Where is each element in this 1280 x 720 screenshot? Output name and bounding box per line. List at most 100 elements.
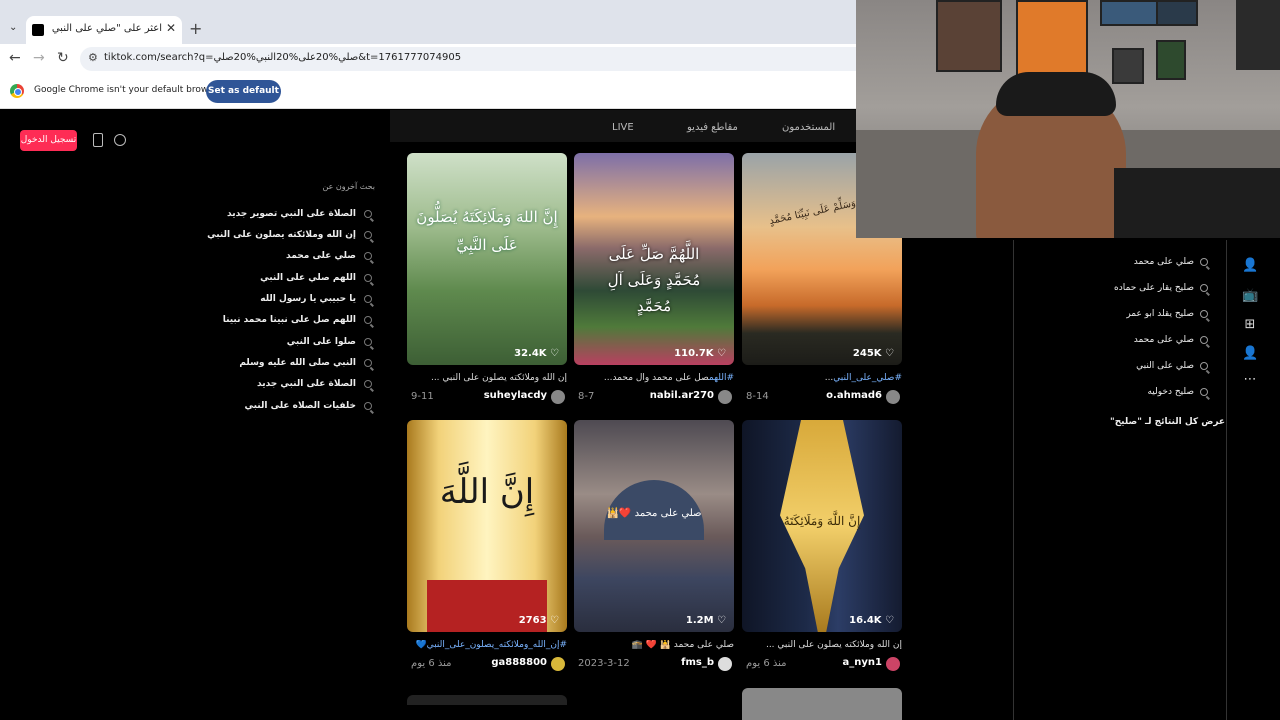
search-suggestion[interactable]: صليح يقار على حماده — [1014, 279, 1224, 299]
tab-close-icon[interactable]: ✕ — [166, 21, 176, 35]
compass-icon[interactable] — [114, 134, 126, 146]
follow-icon[interactable]: 👤 — [1242, 258, 1258, 274]
search-icon — [1200, 284, 1208, 292]
avatar[interactable] — [551, 657, 565, 671]
tab-live[interactable]: LIVE — [612, 122, 634, 133]
phone-icon[interactable] — [93, 133, 103, 147]
tab-title: اعثر على "صلي على النبي صلي" — [48, 23, 162, 34]
thumbnail-overlay-text: إِنَّ اللَّهَ وَمَلَائِكَتَهُ — [783, 514, 861, 528]
video-thumbnail[interactable]: إِنَّ اللَّهَ 2763 ♡ — [407, 420, 567, 632]
heart-icon: ♡ — [885, 615, 894, 626]
related-search-item[interactable]: إن الله وملائكته يصلون على النبي — [172, 227, 372, 245]
more-icon[interactable]: ⋯ — [1242, 372, 1258, 388]
video-date: 8-7 — [578, 391, 595, 402]
new-tab-button[interactable]: + — [189, 19, 202, 38]
heart-icon: ♡ — [550, 348, 559, 359]
address-url[interactable]: tiktok.com/search?q=صلي%20على%20النبي%20… — [104, 52, 461, 63]
related-search-item[interactable]: اللهم صل على نبينا محمد نبينا — [172, 312, 372, 330]
search-icon — [364, 338, 372, 346]
profile-icon[interactable]: 👤 — [1242, 346, 1258, 362]
divider — [1226, 240, 1227, 720]
browser-tab-active[interactable]: اعثر على "صلي على النبي صلي" ✕ — [26, 16, 182, 44]
webcam-overlay — [856, 0, 1280, 238]
search-suggestion[interactable]: صلي على محمد — [1014, 331, 1224, 351]
live-icon[interactable]: 📺 — [1242, 288, 1258, 304]
search-icon — [364, 252, 372, 260]
related-search-item[interactable]: النبي صلى الله عليه وسلم — [172, 355, 372, 373]
video-username[interactable]: a_nyn1 — [843, 657, 882, 668]
thumbnail-overlay-text: إِنَّ اللهَ وَمَلَائِكَتَهُ يُصَلُّونَ ع… — [416, 208, 558, 254]
forward-icon[interactable]: → — [33, 50, 45, 66]
video-thumbnail[interactable]: إِنَّ اللهَ وَمَلَائِكَتَهُ يُصَلُّونَ ع… — [407, 153, 567, 365]
video-date: 2023-3-12 — [578, 658, 630, 669]
search-icon — [364, 274, 372, 282]
avatar[interactable] — [886, 390, 900, 404]
search-icon — [364, 295, 372, 303]
video-username[interactable]: suheylacdy — [484, 390, 547, 401]
video-username[interactable]: o.ahmad6 — [826, 390, 882, 401]
like-count: 110.7K ♡ — [674, 348, 726, 359]
login-button[interactable]: تسجيل الدخول — [20, 130, 77, 151]
wall-poster — [1156, 0, 1198, 26]
upload-icon[interactable]: ⊞ — [1242, 317, 1258, 333]
video-username[interactable]: fms_b — [681, 657, 714, 668]
related-search-item[interactable]: الصلاة على النبي جديد — [172, 376, 372, 394]
avatar[interactable] — [718, 657, 732, 671]
video-meta: 8-14 o.ahmad6 — [742, 389, 902, 405]
related-search-item[interactable]: يا حبيبي يا رسول الله — [172, 291, 372, 309]
avatar[interactable] — [886, 657, 900, 671]
tune-icon[interactable]: ⚙ — [88, 51, 98, 64]
infobar-message: Google Chrome isn't your default browser — [34, 85, 223, 95]
video-date: 9-11 — [411, 391, 434, 402]
search-suggestion[interactable]: صلي على النبي — [1014, 357, 1224, 377]
chrome-logo-icon — [10, 84, 24, 98]
video-caption: صلي على محمد 🕌 ❤️ 🕋 — [631, 640, 734, 650]
video-thumbnail[interactable]: إِنَّ اللَّهَ وَمَلَائِكَتَهُ 16.4K ♡ — [742, 420, 902, 632]
search-icon — [364, 402, 372, 410]
search-suggestion[interactable]: صليح يقلد ابو عمر — [1014, 305, 1224, 325]
streamer-hair — [996, 72, 1116, 116]
address-bar[interactable]: ⚙ tiktok.com/search?q=صلي%20على%20النبي%… — [80, 47, 856, 71]
search-suggestion[interactable]: صليح دخوليه — [1014, 383, 1224, 403]
related-search-item[interactable]: الصلاة على النبي تصوير جديد — [172, 206, 372, 224]
view-all-results-link[interactable]: عرض كل النتائج لـ "صليح" — [1110, 417, 1225, 427]
like-count: 2763 ♡ — [518, 615, 559, 626]
heart-icon: ♡ — [550, 615, 559, 626]
search-suggestion[interactable]: صلي على محمد — [1014, 253, 1224, 273]
video-thumbnail[interactable]: اللَّهُمَّ صَلِّ عَلَى مُحَمَّدٍ وَعَلَى… — [574, 153, 734, 365]
thumbnail-overlay-text: صلي على محمد ❤️🕌 — [606, 508, 702, 519]
video-username[interactable]: nabil.ar270 — [650, 390, 714, 401]
reload-icon[interactable]: ↻ — [57, 50, 69, 66]
tab-users[interactable]: المستخدمون — [782, 122, 835, 133]
video-card-partial[interactable] — [742, 688, 902, 720]
video-caption: #صلي_على_النبي... — [824, 373, 902, 383]
related-search-item[interactable]: صلي على محمد — [172, 248, 372, 266]
wall-poster — [1112, 48, 1144, 84]
wall-poster — [936, 0, 1002, 72]
tab-videos[interactable]: مقاطع فيديو — [687, 122, 738, 133]
video-thumbnail[interactable]: صلي على محمد ❤️🕌 1.2M ♡ — [574, 420, 734, 632]
browser-toolbar: ← → ↻ ⚙ tiktok.com/search?q=صلي%20على%20… — [0, 44, 856, 74]
related-search-item[interactable]: خلفيات الصلاه على النبي — [172, 398, 372, 416]
set-default-button[interactable]: Set as default — [206, 80, 281, 103]
video-caption: #اللهمصل على محمد وآل محمد... — [603, 373, 734, 383]
like-count: 32.4K ♡ — [514, 348, 559, 359]
search-icon — [364, 210, 372, 218]
heart-icon: ♡ — [717, 615, 726, 626]
others-searched-title: بحث آخرون عن — [322, 182, 375, 191]
video-date: 8-14 — [746, 391, 769, 402]
search-icon — [364, 316, 372, 324]
video-card-partial[interactable] — [407, 695, 567, 705]
like-count: 1.2M ♡ — [685, 615, 726, 626]
search-icon — [1200, 362, 1208, 370]
avatar[interactable] — [718, 390, 732, 404]
tab-search-icon[interactable]: ⌄ — [9, 22, 17, 33]
related-search-item[interactable]: اللهم صلي على النبي — [172, 270, 372, 288]
gaming-chair — [1114, 168, 1280, 238]
video-meta: 8-7 nabil.ar270 — [574, 389, 734, 405]
avatar[interactable] — [551, 390, 565, 404]
search-icon — [1200, 258, 1208, 266]
video-username[interactable]: ga888800 — [491, 657, 547, 668]
related-search-item[interactable]: صلوا على النبي — [172, 334, 372, 352]
back-icon[interactable]: ← — [9, 50, 21, 66]
